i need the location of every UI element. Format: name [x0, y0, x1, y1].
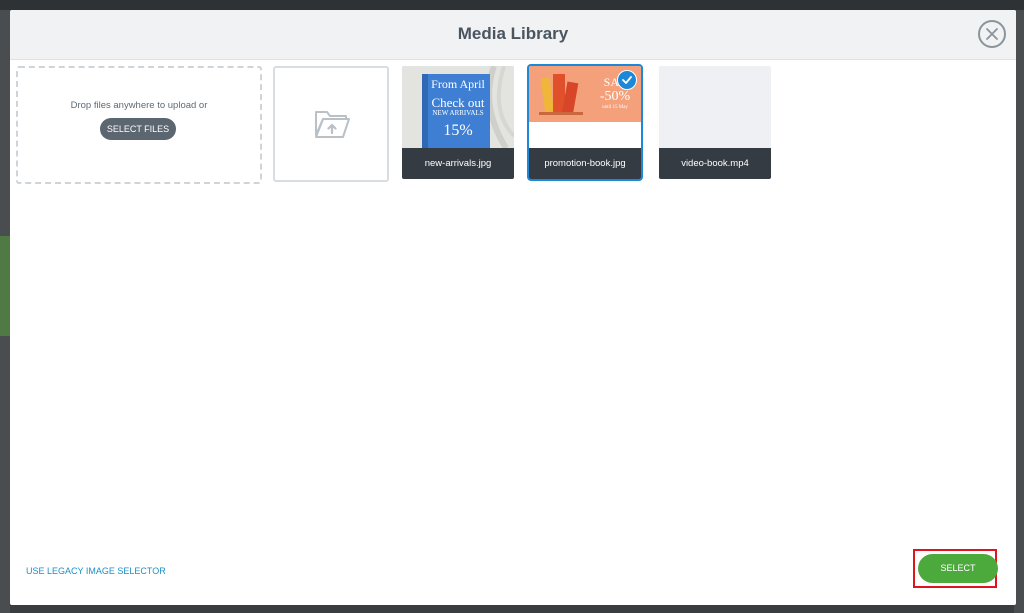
thumb-text: NEW ARRIVALS [432, 109, 484, 117]
background-app-toolbar [0, 0, 1024, 10]
thumb-text: From April [431, 77, 485, 91]
media-item-promotion-book[interactable]: SAL -50% until 15 May promotion-book.jpg [527, 64, 643, 181]
select-button[interactable]: SELECT [918, 554, 998, 583]
select-files-button[interactable]: SELECT FILES [100, 118, 176, 140]
thumb-text: -50% [599, 89, 631, 104]
close-icon [986, 28, 998, 40]
background-app-left [0, 10, 10, 613]
folder-upload-icon [315, 111, 350, 138]
media-thumbnail [659, 66, 771, 148]
upload-folder-card[interactable] [273, 66, 389, 182]
media-filename: new-arrivals.jpg [402, 148, 514, 179]
use-legacy-image-selector-link[interactable]: USE LEGACY IMAGE SELECTOR [26, 566, 166, 576]
check-icon [622, 76, 632, 84]
media-library-modal: Media Library Drop files anywhere to upl… [10, 10, 1016, 605]
thumb-text: until 15 May [602, 105, 628, 110]
thumb-text: Check out [431, 95, 485, 110]
media-thumbnail: From April Check out NEW ARRIVALS 15% [402, 66, 514, 148]
modal-title: Media Library [457, 24, 569, 43]
upload-dropzone[interactable]: Drop files anywhere to upload or SELECT … [16, 66, 262, 184]
close-button[interactable] [978, 20, 1006, 48]
media-item-new-arrivals[interactable]: From April Check out NEW ARRIVALS 15% ne… [402, 66, 514, 179]
selected-check-badge [617, 70, 637, 90]
thumb-text: 15% [443, 122, 473, 139]
media-filename: promotion-book.jpg [529, 148, 641, 179]
media-filename: video-book.mp4 [659, 148, 771, 179]
modal-header: Media Library [10, 10, 1016, 60]
media-item-video-book[interactable]: video-book.mp4 [659, 66, 771, 179]
upload-instructions: Drop files anywhere to upload or [70, 100, 208, 111]
